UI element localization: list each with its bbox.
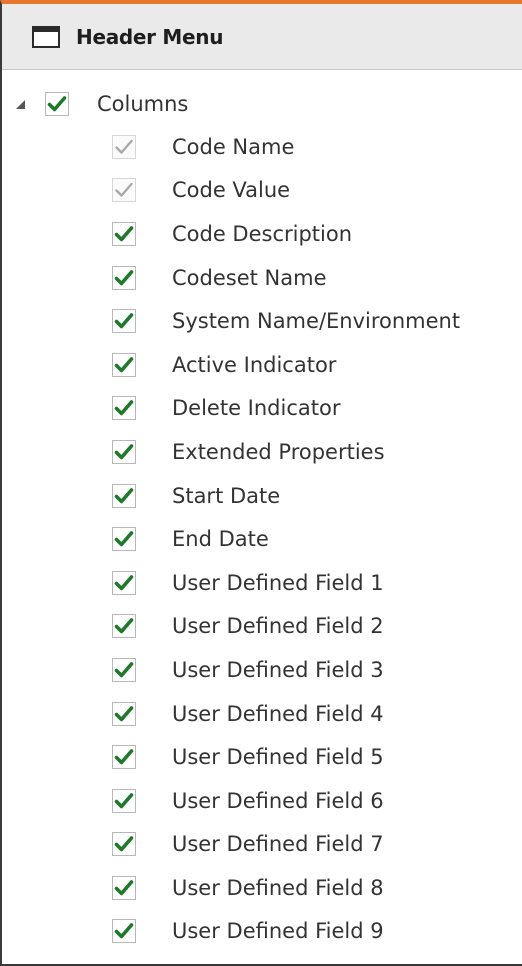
column-checkbox[interactable]: [112, 527, 136, 552]
column-item[interactable]: User Defined Field 3: [2, 648, 522, 692]
collapse-triangle-icon[interactable]: [16, 100, 25, 109]
column-item-label: Code Value: [172, 178, 291, 203]
checkmark-icon: [114, 662, 134, 678]
column-item-label: End Date: [172, 527, 269, 552]
checkmark-icon: [114, 923, 134, 939]
header-menu-panel: Header Menu Columns Code Name Code Value C…: [0, 0, 522, 966]
checkmark-icon: [47, 95, 67, 111]
column-checkbox[interactable]: [112, 788, 136, 813]
checkmark-icon: [114, 313, 134, 329]
column-item-label: User Defined Field 8: [172, 875, 384, 900]
column-item-label: User Defined Field 4: [172, 701, 384, 726]
checkmark-icon: [114, 400, 134, 416]
column-checkbox[interactable]: [112, 483, 136, 508]
column-checkbox: [112, 178, 136, 203]
column-item[interactable]: Extended Properties: [2, 430, 522, 474]
panel-title: Header Menu: [76, 24, 224, 49]
panel-header: Header Menu: [2, 4, 522, 70]
column-item[interactable]: Code Value: [2, 169, 522, 213]
checkmark-icon: [114, 836, 134, 852]
column-checkbox[interactable]: [112, 701, 136, 726]
column-checkbox[interactable]: [112, 439, 136, 464]
column-item[interactable]: Delete Indicator: [2, 387, 522, 431]
column-item-label: User Defined Field 2: [172, 614, 384, 639]
column-item[interactable]: Code Name: [2, 125, 522, 169]
checkmark-icon: [114, 574, 134, 591]
column-checkbox[interactable]: [112, 875, 136, 900]
column-checkbox[interactable]: [112, 657, 136, 682]
column-checkbox[interactable]: [112, 919, 136, 944]
column-checkbox[interactable]: [112, 352, 136, 377]
column-item-label: Delete Indicator: [172, 396, 341, 421]
column-item[interactable]: User Defined Field 1: [2, 561, 522, 605]
tree-node-label: Columns: [97, 91, 189, 116]
column-item[interactable]: User Defined Field 5: [2, 735, 522, 779]
column-item[interactable]: Codeset Name: [2, 256, 522, 300]
column-item-label: Extended Properties: [172, 439, 385, 464]
column-item[interactable]: Code Description: [2, 212, 522, 256]
column-item[interactable]: Start Date: [2, 474, 522, 518]
column-checkbox[interactable]: [112, 614, 136, 639]
column-item-label: System Name/Environment: [172, 309, 461, 334]
checkmark-icon: [114, 444, 134, 460]
checkmark-icon: [114, 531, 134, 547]
column-checkbox[interactable]: [112, 309, 136, 334]
column-item[interactable]: User Defined Field 8: [2, 866, 522, 910]
column-item[interactable]: End Date: [2, 517, 522, 561]
checkmark-icon: [115, 139, 133, 154]
column-item[interactable]: User Defined Field 7: [2, 823, 522, 867]
checkmark-icon: [114, 487, 134, 503]
column-item-label: Active Indicator: [172, 352, 337, 377]
column-item[interactable]: Active Indicator: [2, 343, 522, 387]
column-item-label: User Defined Field 9: [172, 919, 384, 944]
column-checkbox[interactable]: [112, 221, 136, 246]
column-list: Code Name Code Value Code Description Codes…: [2, 125, 522, 953]
column-item[interactable]: System Name/Environment: [2, 299, 522, 343]
checkmark-icon: [114, 749, 134, 765]
column-item[interactable]: User Defined Field 6: [2, 779, 522, 823]
column-item-label: User Defined Field 7: [172, 832, 384, 857]
column-checkbox[interactable]: [112, 832, 136, 857]
column-item-label: Code Name: [172, 134, 295, 159]
column-item-label: User Defined Field 5: [172, 745, 384, 770]
checkmark-icon: [114, 705, 134, 721]
column-item[interactable]: User Defined Field 2: [2, 605, 522, 649]
column-item-label: User Defined Field 6: [172, 788, 384, 813]
column-item-label: User Defined Field 1: [172, 570, 384, 595]
checkmark-icon: [114, 269, 134, 285]
column-item[interactable]: User Defined Field 9: [2, 910, 522, 954]
window-icon: [32, 25, 60, 48]
checkmark-icon: [114, 792, 134, 809]
column-item-label: Codeset Name: [172, 265, 327, 290]
column-checkbox[interactable]: [112, 396, 136, 421]
checkmark-icon: [114, 880, 134, 896]
checkmark-icon: [115, 183, 133, 198]
column-checkbox: [112, 134, 136, 159]
checkmark-icon: [114, 618, 134, 634]
column-checkbox[interactable]: [112, 745, 136, 770]
checkmark-icon: [114, 356, 134, 373]
column-item[interactable]: User Defined Field 4: [2, 692, 522, 736]
column-item-label: Code Description: [172, 221, 353, 246]
column-item-label: User Defined Field 3: [172, 657, 384, 682]
columns-checkbox[interactable]: [45, 91, 69, 116]
column-checkbox[interactable]: [112, 570, 136, 595]
column-checkbox[interactable]: [112, 265, 136, 290]
column-item-label: Start Date: [172, 483, 281, 508]
columns-tree: Columns Code Name Code Value Code Descript…: [2, 70, 522, 953]
checkmark-icon: [114, 226, 134, 242]
tree-node-columns[interactable]: Columns: [2, 82, 522, 125]
